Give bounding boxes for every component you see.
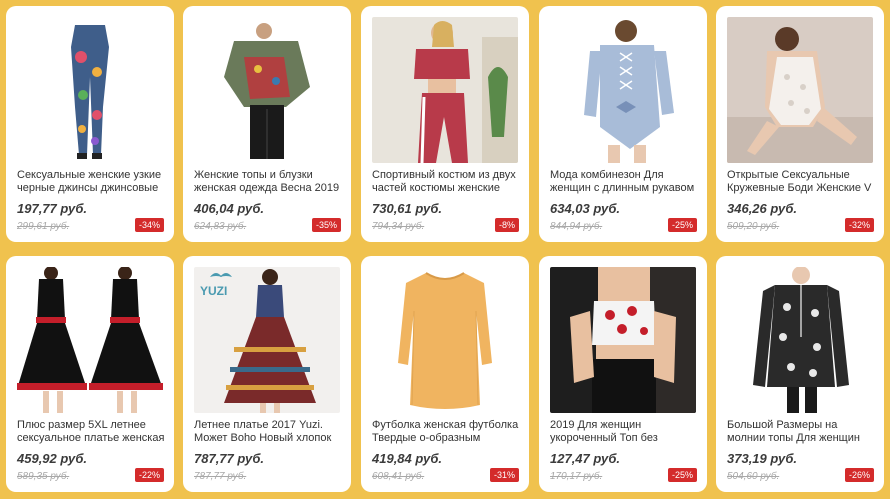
floral-jeans-illustration: [17, 17, 163, 163]
product-old-price: 794,34 руб.: [372, 221, 425, 232]
product-title[interactable]: Футболка женская футболка Твердые о-обра…: [372, 419, 522, 445]
discount-badge: -8%: [494, 218, 519, 232]
tunic-illustration: [372, 267, 518, 413]
discount-badge: -31%: [489, 468, 519, 482]
product-title[interactable]: Плюс размер 5XL летнее сексуальное плать…: [17, 419, 167, 445]
product-card[interactable]: Женские топы и блузки женская одежда Вес…: [183, 6, 351, 242]
product-image[interactable]: [550, 267, 696, 413]
product-title[interactable]: Большой Размеры на молнии топы Для женщи…: [727, 419, 877, 445]
product-title[interactable]: 2019 Для женщин укороченный Топ без: [550, 419, 700, 445]
product-card[interactable]: Спортивный костюм из двух частей костюмы…: [361, 6, 529, 242]
product-image[interactable]: [550, 17, 696, 163]
product-image[interactable]: YUZI: [194, 267, 340, 413]
product-image[interactable]: [372, 17, 518, 163]
product-old-price: 170,17 руб.: [550, 471, 603, 482]
crop-top-illustration: [550, 267, 696, 413]
tracksuit-illustration: [372, 17, 518, 163]
product-title[interactable]: Сексуальные женские узкие черные джинсы …: [17, 169, 167, 195]
paisley-top-illustration: [727, 267, 873, 413]
discount-badge: -25%: [667, 468, 697, 482]
product-title[interactable]: Открытые Сексуальные Кружевные Боди Женс…: [727, 169, 877, 195]
product-card[interactable]: YUZI Летнее платье 2017 Yuzi. Может Boho…: [183, 256, 351, 492]
bodysuit-illustration: [550, 17, 696, 163]
product-price: 197,77 руб.: [17, 201, 88, 216]
boho-dress-illustration: YUZI: [194, 267, 340, 413]
product-title[interactable]: Мода комбинезон Для женщин с длинным рук…: [550, 169, 700, 195]
product-card[interactable]: Плюс размер 5XL летнее сексуальное плать…: [6, 256, 174, 492]
product-image[interactable]: [17, 17, 163, 163]
product-grid: Сексуальные женские узкие черные джинсы …: [0, 0, 890, 499]
product-old-price: 504,60 руб.: [727, 471, 780, 482]
product-old-price: 624,83 руб.: [194, 221, 247, 232]
product-price: 419,84 руб.: [372, 451, 443, 466]
product-card[interactable]: Открытые Сексуальные Кружевные Боди Женс…: [716, 6, 884, 242]
lace-bodysuit-illustration: [727, 17, 873, 163]
product-image[interactable]: [727, 267, 873, 413]
product-price: 127,47 руб.: [550, 451, 621, 466]
product-card[interactable]: Сексуальные женские узкие черные джинсы …: [6, 6, 174, 242]
product-old-price: 787,77 руб.: [194, 471, 247, 482]
product-old-price: 608,41 руб.: [372, 471, 425, 482]
product-card[interactable]: Футболка женская футболка Твердые о-обра…: [361, 256, 529, 492]
product-card[interactable]: Большой Размеры на молнии топы Для женщи…: [716, 256, 884, 492]
discount-badge: -34%: [134, 218, 164, 232]
product-image[interactable]: [727, 17, 873, 163]
product-image[interactable]: [194, 17, 340, 163]
product-price: 373,19 руб.: [727, 451, 798, 466]
product-title[interactable]: Летнее платье 2017 Yuzi. Может Boho Новы…: [194, 419, 344, 445]
product-card[interactable]: Мода комбинезон Для женщин с длинным рук…: [539, 6, 707, 242]
product-image[interactable]: [17, 267, 163, 413]
product-price: 459,92 руб.: [17, 451, 88, 466]
product-old-price: 589,35 руб.: [17, 471, 70, 482]
product-price: 346,26 руб.: [727, 201, 798, 216]
product-price: 787,77 руб.: [194, 451, 265, 466]
brand-logo-text: YUZI: [200, 284, 227, 298]
product-old-price: 299,61 руб.: [17, 221, 70, 232]
discount-badge: -25%: [667, 218, 697, 232]
printed-blouse-illustration: [194, 17, 340, 163]
product-price: 730,61 руб.: [372, 201, 443, 216]
discount-badge: -22%: [134, 468, 164, 482]
product-price: 406,04 руб.: [194, 201, 265, 216]
product-old-price: 509,20 руб.: [727, 221, 780, 232]
discount-badge: -35%: [311, 218, 341, 232]
product-title[interactable]: Женские топы и блузки женская одежда Вес…: [194, 169, 344, 195]
product-price: 634,03 руб.: [550, 201, 621, 216]
product-image[interactable]: [372, 267, 518, 413]
product-old-price: 844,94 руб.: [550, 221, 603, 232]
product-card[interactable]: 2019 Для женщин укороченный Топ без 127,…: [539, 256, 707, 492]
discount-badge: -32%: [844, 218, 874, 232]
black-red-dress-illustration: [17, 267, 163, 413]
product-title[interactable]: Спортивный костюм из двух частей костюмы…: [372, 169, 522, 195]
discount-badge: -26%: [844, 468, 874, 482]
